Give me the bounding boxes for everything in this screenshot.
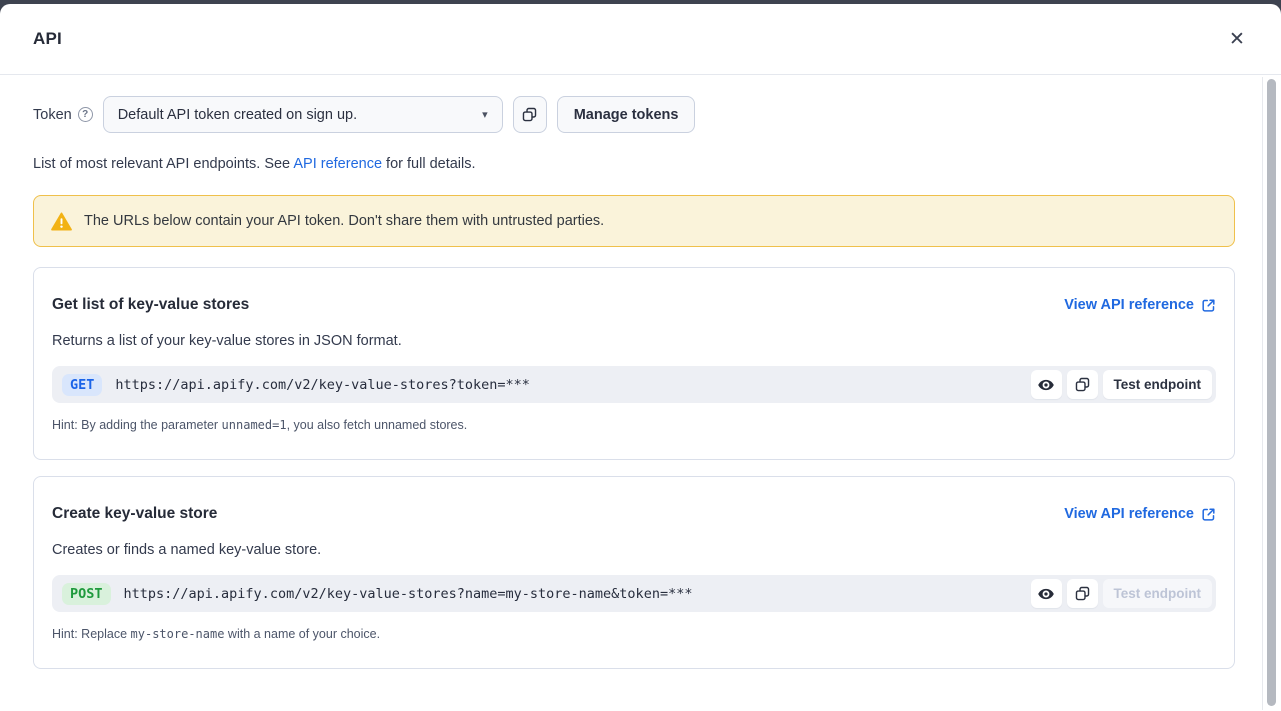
endpoint-url: https://api.apify.com/v2/key-value-store…: [115, 377, 530, 393]
copy-token-button[interactable]: [513, 96, 547, 133]
hint-code: my-store-name: [131, 627, 225, 641]
help-icon[interactable]: ?: [78, 107, 93, 122]
test-endpoint-button-disabled[interactable]: Test endpoint: [1103, 579, 1213, 608]
view-api-reference-label: View API reference: [1064, 297, 1194, 313]
external-link-icon: [1201, 507, 1216, 522]
modal-title: API: [33, 29, 62, 49]
token-select-value: Default API token created on sign up.: [118, 107, 357, 123]
modal-body: Token ? Default API token created on sig…: [0, 75, 1281, 710]
manage-tokens-button[interactable]: Manage tokens: [557, 96, 696, 133]
card-head: Create key-value store View API referenc…: [52, 505, 1216, 523]
warning-icon: [51, 212, 72, 231]
endpoint-url: https://api.apify.com/v2/key-value-store…: [124, 586, 693, 602]
api-reference-link[interactable]: API reference: [293, 156, 382, 172]
hint-before: Hint: By adding the parameter: [52, 418, 222, 432]
hint-after: with a name of your choice.: [224, 627, 380, 641]
copy-icon: [1074, 376, 1091, 393]
reveal-token-button[interactable]: [1031, 579, 1062, 608]
card-description: Creates or finds a named key-value store…: [52, 542, 1216, 558]
intro-after: for full details.: [382, 156, 476, 172]
method-badge: POST: [62, 583, 111, 605]
method-badge: GET: [62, 374, 102, 396]
scrollbar-thumb[interactable]: [1267, 79, 1276, 706]
close-icon: ✕: [1229, 30, 1245, 49]
view-api-reference-link[interactable]: View API reference: [1064, 297, 1216, 313]
card-head: Get list of key-value stores View API re…: [52, 296, 1216, 314]
close-button[interactable]: ✕: [1223, 25, 1251, 53]
endpoint-card-create-store: Create key-value store View API referenc…: [33, 476, 1235, 669]
copy-icon: [1074, 585, 1091, 602]
view-api-reference-link[interactable]: View API reference: [1064, 506, 1216, 522]
eye-icon: [1037, 585, 1055, 603]
token-row: Token ? Default API token created on sig…: [33, 96, 1235, 133]
endpoint-url-row: GET https://api.apify.com/v2/key-value-s…: [52, 366, 1216, 403]
reveal-token-button[interactable]: [1031, 370, 1062, 399]
api-modal: API ✕ Token ? Default API token created …: [0, 4, 1281, 711]
endpoint-card-get-list: Get list of key-value stores View API re…: [33, 267, 1235, 460]
hint-code: unnamed=1: [222, 418, 287, 432]
view-api-reference-label: View API reference: [1064, 506, 1194, 522]
copy-icon: [521, 106, 538, 123]
intro-text: List of most relevant API endpoints. See…: [33, 156, 1235, 172]
eye-icon: [1037, 376, 1055, 394]
modal-header: API ✕: [0, 4, 1281, 75]
external-link-icon: [1201, 298, 1216, 313]
card-title: Get list of key-value stores: [52, 296, 249, 314]
card-title: Create key-value store: [52, 505, 217, 523]
endpoint-hint: Hint: Replace my-store-name with a name …: [52, 627, 1216, 641]
copy-url-button[interactable]: [1067, 370, 1098, 399]
card-description: Returns a list of your key-value stores …: [52, 333, 1216, 349]
endpoint-actions: Test endpoint: [1031, 370, 1213, 399]
endpoint-url-row: POST https://api.apify.com/v2/key-value-…: [52, 575, 1216, 612]
warning-text: The URLs below contain your API token. D…: [84, 213, 604, 229]
test-endpoint-button[interactable]: Test endpoint: [1103, 370, 1213, 399]
intro-before: List of most relevant API endpoints. See: [33, 156, 293, 172]
chevron-down-icon: ▾: [482, 108, 488, 121]
hint-after: , you also fetch unnamed stores.: [287, 418, 468, 432]
copy-url-button[interactable]: [1067, 579, 1098, 608]
token-label: Token: [33, 107, 72, 123]
scrollbar-track: [1262, 77, 1281, 710]
endpoint-hint: Hint: By adding the parameter unnamed=1,…: [52, 418, 1216, 432]
endpoint-actions: Test endpoint: [1031, 579, 1213, 608]
token-select[interactable]: Default API token created on sign up. ▾: [103, 96, 503, 133]
hint-before: Hint: Replace: [52, 627, 131, 641]
warning-banner: The URLs below contain your API token. D…: [33, 195, 1235, 247]
